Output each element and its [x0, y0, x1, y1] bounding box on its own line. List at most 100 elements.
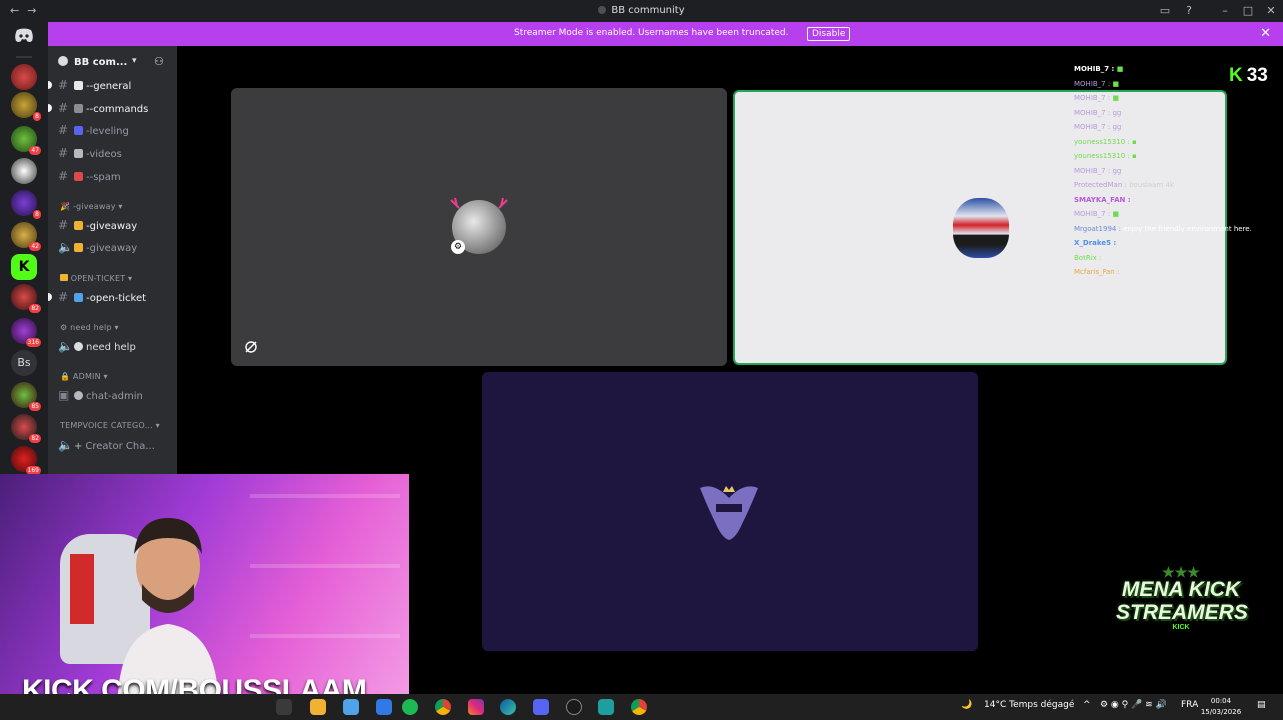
chrome-icon[interactable]: [631, 699, 647, 715]
voice-need-help[interactable]: 🔈 need help: [58, 338, 136, 354]
emoji-icon: [74, 81, 83, 90]
server-header[interactable]: BB com...: [58, 56, 127, 68]
kick-server-icon[interactable]: K: [11, 254, 37, 280]
channel-label: -giveaway: [86, 243, 138, 254]
server-icon[interactable]: 169: [11, 446, 41, 475]
channel-spam[interactable]: # --spam: [58, 168, 121, 184]
chevron-down-icon[interactable]: ▾: [132, 56, 137, 66]
chat-line: MOHIB_7 : ■: [1074, 94, 1120, 102]
clock[interactable]: 00:04 15/03/2026: [1199, 696, 1243, 718]
chat-line: Mrgoat1994 : enjoy the friendly environm…: [1074, 224, 1252, 233]
channel-leveling[interactable]: # -leveling: [58, 122, 129, 138]
server-icon-bs[interactable]: Bs: [11, 350, 37, 376]
category-admin[interactable]: 🔒 ADMIN ▾: [60, 372, 108, 381]
tray-icons[interactable]: ⚙ ◉ ⚲ 🎤 ≋ 🔊: [1100, 700, 1167, 710]
invite-people-icon[interactable]: ⚇: [154, 55, 164, 68]
channel-label: need help: [86, 342, 136, 353]
close-window-button[interactable]: ✕: [1264, 4, 1278, 18]
server-icon[interactable]: [11, 158, 37, 184]
streamer-mode-banner: Streamer Mode is enabled. Usernames have…: [48, 22, 1283, 46]
channel-general[interactable]: # --general: [58, 77, 131, 93]
chat-line: youness15310 : ▪: [1074, 137, 1137, 146]
channel-commands[interactable]: # --commands: [58, 100, 148, 116]
discord-taskbar-icon[interactable]: [533, 699, 549, 715]
weather-text[interactable]: 14°C Temps dégagé: [984, 700, 1074, 710]
video-tile-user1[interactable]: ⚙: [231, 88, 727, 366]
spotify-icon[interactable]: [402, 699, 418, 715]
language-indicator[interactable]: FRA: [1181, 700, 1198, 710]
category-need-help[interactable]: ⚙ need help ▾: [60, 323, 119, 332]
calendar-icon[interactable]: [343, 699, 359, 715]
speaking-sparkle-icon: [450, 197, 508, 209]
edge-icon[interactable]: [500, 699, 516, 715]
unread-badge: 82: [29, 304, 41, 313]
channel-label: -videos: [86, 149, 122, 160]
server-icon[interactable]: 82: [11, 284, 41, 313]
kick-logo-icon: K: [1229, 65, 1243, 86]
store-icon[interactable]: [376, 699, 392, 715]
spam-icon: [74, 172, 83, 181]
mena-kick-streamers-logo: ★★★ MENA KICK STREAMERS KICK: [1116, 565, 1248, 652]
unread-badge: 82: [29, 434, 41, 443]
server-icon-bb[interactable]: 8: [11, 92, 41, 121]
server-rail: 8 47 8 42 K 82 316 Bs 85 82 169: [0, 22, 48, 475]
hash-icon: #: [58, 169, 69, 183]
channel-giveaway[interactable]: # -giveaway: [58, 217, 137, 233]
server-icon[interactable]: [11, 64, 37, 90]
channel-label: --general: [86, 81, 132, 92]
category-label: TEMPVOICE CATEGO...: [60, 421, 153, 430]
category-tempvoice[interactable]: TEMPVOICE CATEGO... ▾: [60, 421, 160, 430]
shelf: [250, 494, 400, 498]
inbox-icon[interactable]: ▭: [1158, 4, 1172, 18]
task-view-icon[interactable]: [276, 699, 292, 715]
obs-icon[interactable]: [566, 699, 582, 715]
server-icon[interactable]: 47: [11, 126, 41, 155]
server-icon[interactable]: 82: [11, 414, 41, 443]
channel-open-ticket[interactable]: # -open-ticket: [58, 289, 146, 305]
ticket-icon: [74, 293, 83, 302]
channel-chat-admin[interactable]: ▣ chat-admin: [58, 387, 143, 403]
disable-button[interactable]: Disable: [807, 27, 851, 41]
chat-line: MOHIB_7 : gg: [1074, 123, 1122, 131]
minimize-button[interactable]: –: [1218, 4, 1232, 18]
voice-giveaway[interactable]: 🔈 -giveaway: [58, 239, 137, 255]
window-titlebar: ←→ BB community ▭ ? – □ ✕: [0, 0, 1283, 22]
server-icon[interactable]: 8: [11, 190, 41, 219]
video-off-icon[interactable]: [243, 340, 259, 356]
app-icon[interactable]: [598, 699, 614, 715]
channel-videos[interactable]: # -videos: [58, 145, 122, 161]
chat-line: MOHIB_7 : gg: [1074, 108, 1122, 117]
server-icon[interactable]: 42: [11, 222, 41, 251]
instagram-icon[interactable]: [468, 699, 484, 715]
voice-creator[interactable]: 🔈+ Creator Cha...: [58, 437, 155, 453]
help-icon[interactable]: ?: [1182, 4, 1196, 18]
discord-home-icon[interactable]: [11, 28, 37, 46]
category-label: -giveaway: [72, 202, 116, 211]
chrome-icon[interactable]: [435, 699, 451, 715]
server-icon[interactable]: 85: [11, 382, 41, 411]
channel-label: -giveaway: [86, 221, 138, 232]
speaker-icon: 🔈: [58, 438, 73, 452]
chat-line: X_Drake5 :: [1074, 239, 1117, 247]
badge-icon: ⚙: [451, 240, 465, 254]
channel-label: -open-ticket: [86, 293, 147, 304]
clock-time: 00:04: [1210, 697, 1232, 705]
channel-label: -leveling: [86, 126, 129, 137]
banner-text: Streamer Mode is enabled. Usernames have…: [514, 28, 789, 38]
video-tile-user3[interactable]: [482, 372, 978, 651]
unread-indicator: [48, 293, 52, 301]
window-title: BB community: [0, 5, 1283, 16]
category-giveaway[interactable]: 🎉 -giveaway ▾: [60, 202, 123, 211]
weather-icon[interactable]: 🌙: [961, 700, 972, 710]
maximize-button[interactable]: □: [1241, 4, 1255, 18]
server-initials: Bs: [17, 356, 31, 369]
notification-icon[interactable]: ▤: [1257, 700, 1266, 710]
window-title-text: BB community: [611, 5, 685, 16]
chat-line: youness15310 : ▪: [1074, 152, 1137, 160]
close-icon[interactable]: ✕: [1260, 26, 1271, 41]
server-icon[interactable]: 316: [11, 318, 41, 347]
chevron-up-icon[interactable]: ^: [1083, 700, 1091, 710]
file-explorer-icon[interactable]: [310, 699, 326, 715]
unread-badge: 8: [33, 112, 41, 121]
category-open-ticket[interactable]: OPEN-TICKET ▾: [60, 274, 132, 283]
